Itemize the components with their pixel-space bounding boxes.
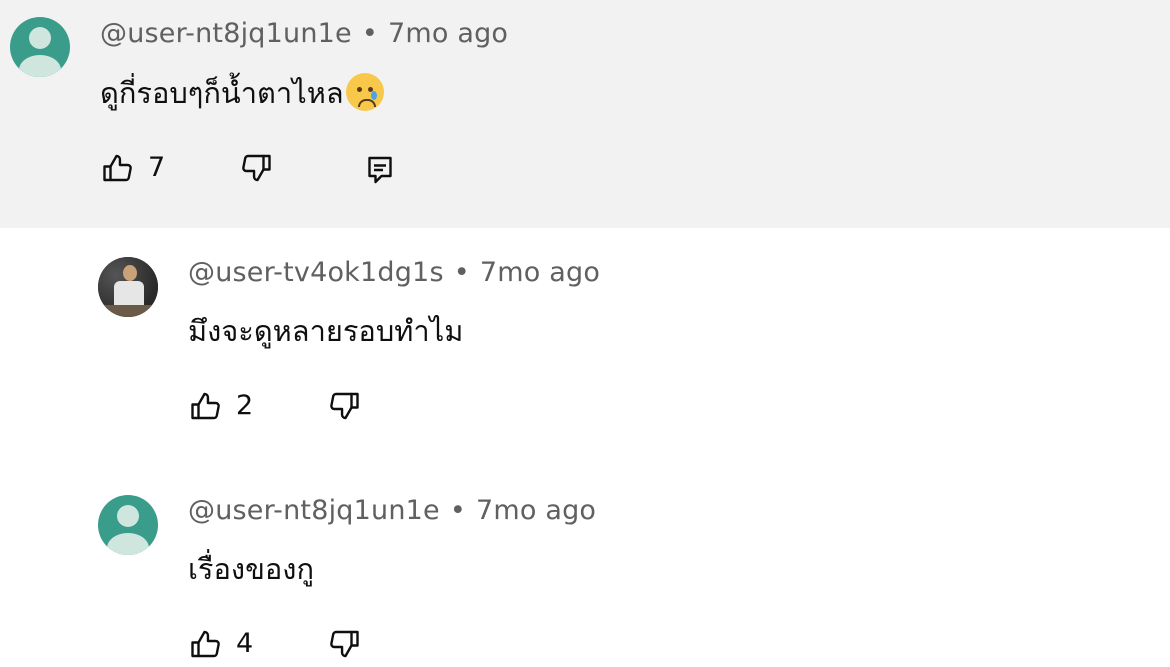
like-count: 2 — [236, 390, 254, 421]
thumbs-down-icon[interactable] — [238, 150, 274, 186]
avatar[interactable] — [10, 17, 70, 77]
comment-text: มึงจะดูหลายรอบทำไม — [188, 314, 464, 348]
comment-timestamp[interactable]: 7mo ago — [476, 495, 596, 526]
crying-face-icon — [345, 73, 384, 111]
like-count: 7 — [148, 152, 166, 183]
reply-comment: @user-nt8jq1un1e • 7mo ago เรื่องของกู 4 — [0, 478, 1170, 667]
comment-text: เรื่องของกู — [188, 552, 315, 586]
thumbs-down-icon[interactable] — [326, 626, 362, 662]
thumbs-up-icon[interactable] — [100, 150, 136, 186]
comment-actions: 4 — [188, 626, 388, 666]
avatar[interactable] — [98, 257, 158, 317]
comment-author[interactable]: @user-tv4ok1dg1s — [188, 257, 444, 288]
comment-thread-root: @user-nt8jq1un1e • 7mo ago ดูกี่รอบๆก็น้ำต… — [0, 0, 1170, 228]
comment-meta: @user-tv4ok1dg1s • 7mo ago — [188, 257, 600, 288]
comment-timestamp[interactable]: 7mo ago — [388, 18, 508, 49]
comment-meta: @user-nt8jq1un1e • 7mo ago — [100, 18, 508, 49]
comment-meta: @user-nt8jq1un1e • 7mo ago — [188, 495, 596, 526]
comment-timestamp[interactable]: 7mo ago — [480, 257, 600, 288]
comment-actions: 7 — [100, 150, 420, 190]
meta-separator: • — [361, 18, 378, 49]
comment-text: ดูกี่รอบๆก็น้ำตาไหล — [100, 70, 384, 116]
reply-comment: @user-tv4ok1dg1s • 7mo ago มึงจะดูหลายรอบท… — [0, 240, 1170, 440]
comment-author[interactable]: @user-nt8jq1un1e — [100, 18, 352, 49]
meta-separator: • — [453, 257, 470, 288]
like-count: 4 — [236, 628, 254, 659]
reply-icon[interactable] — [362, 152, 398, 188]
thumbs-up-icon[interactable] — [188, 626, 224, 662]
meta-separator: • — [449, 495, 466, 526]
avatar[interactable] — [98, 495, 158, 555]
comment-actions: 2 — [188, 388, 388, 428]
thumbs-up-icon[interactable] — [188, 388, 224, 424]
thumbs-down-icon[interactable] — [326, 388, 362, 424]
comment-author[interactable]: @user-nt8jq1un1e — [188, 495, 440, 526]
